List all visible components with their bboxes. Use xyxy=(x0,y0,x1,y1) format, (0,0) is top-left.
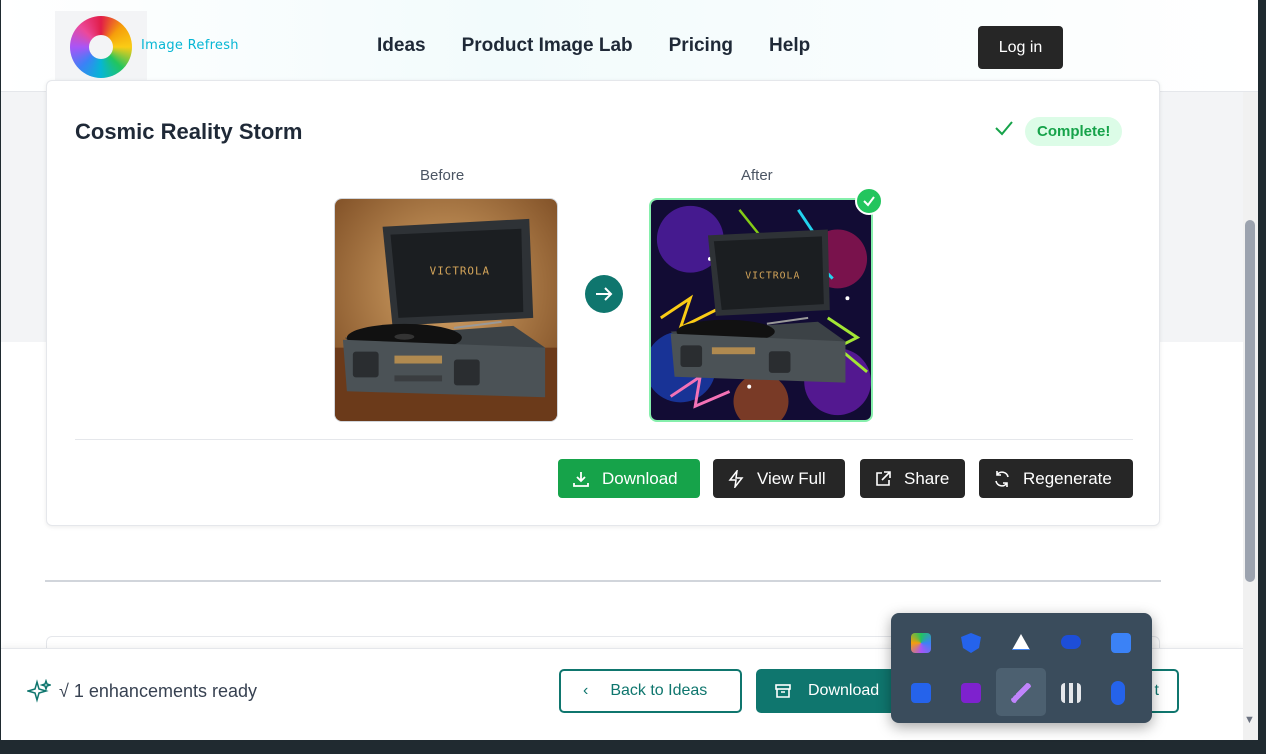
site-header: Image Refresh Ideas Product Image Lab Pr… xyxy=(1,0,1258,92)
back-to-ideas-button[interactable]: ‹ Back to Ideas xyxy=(559,669,742,713)
download-all-label: Download xyxy=(808,682,880,699)
os-taskbar xyxy=(0,740,1266,754)
enhancement-card: Cosmic Reality Storm Complete! Before Af… xyxy=(46,80,1160,526)
brand-name[interactable]: Image Refresh xyxy=(141,38,239,53)
copilot-icon[interactable] xyxy=(911,633,931,653)
share-button[interactable]: Share xyxy=(860,459,965,498)
chevron-left-icon: ‹ xyxy=(583,682,589,699)
back-label: Back to Ideas xyxy=(610,682,708,699)
arrow-right-icon xyxy=(585,275,623,313)
regenerate-label: Regenerate xyxy=(1023,468,1112,488)
after-image[interactable]: VICTROLA xyxy=(649,198,873,422)
outlook-icon[interactable] xyxy=(911,683,931,703)
download-button[interactable]: Download xyxy=(558,459,700,498)
card-divider xyxy=(75,439,1133,440)
feather-icon[interactable] xyxy=(1011,683,1031,703)
before-image[interactable]: VICTROLA xyxy=(334,198,558,422)
meta-icon[interactable] xyxy=(1061,635,1081,649)
login-button[interactable]: Log in xyxy=(978,26,1063,69)
sparkles-icon xyxy=(27,679,51,703)
scroll-down-arrow-icon[interactable]: ▼ xyxy=(1244,714,1255,726)
after-label: After xyxy=(741,167,773,184)
share-label: Share xyxy=(904,468,950,488)
download-label: Download xyxy=(602,468,678,488)
ready-status: √ 1 enhancements ready xyxy=(27,679,257,703)
main-nav: Ideas Product Image Lab Pricing Help xyxy=(377,35,846,57)
external-link-icon xyxy=(876,470,891,486)
lid-brand-text: VICTROLA xyxy=(745,271,800,282)
todo-icon[interactable] xyxy=(1111,633,1131,653)
scrollbar-thumb[interactable] xyxy=(1245,220,1255,582)
section-divider xyxy=(45,580,1161,582)
status-badge: Complete! xyxy=(1025,117,1123,146)
turntable-photo: VICTROLA xyxy=(335,199,557,421)
refresh-icon xyxy=(995,470,1009,487)
logo-swirl-icon xyxy=(70,15,132,78)
nav-help[interactable]: Help xyxy=(769,35,810,57)
slack-icon[interactable] xyxy=(1061,683,1081,703)
download-icon xyxy=(573,471,589,487)
defender-icon[interactable] xyxy=(961,633,981,653)
nav-pricing[interactable]: Pricing xyxy=(669,35,733,57)
view-full-button[interactable]: View Full xyxy=(713,459,845,498)
logo[interactable] xyxy=(55,11,147,82)
nav-product-image-lab[interactable]: Product Image Lab xyxy=(462,35,633,57)
download-all-button[interactable]: Download xyxy=(756,669,906,713)
nav-ideas[interactable]: Ideas xyxy=(377,35,426,57)
selected-check-icon xyxy=(855,187,883,215)
regenerate-button[interactable]: Regenerate xyxy=(979,459,1133,498)
card-title: Cosmic Reality Storm xyxy=(75,119,303,144)
before-label: Before xyxy=(420,167,465,184)
onenote-icon[interactable] xyxy=(961,683,981,703)
lightning-icon xyxy=(728,469,744,488)
archive-icon xyxy=(775,684,791,698)
ready-text: √ 1 enhancements ready xyxy=(59,680,257,701)
cosmic-turntable-image: VICTROLA xyxy=(651,200,871,420)
next-label: t xyxy=(1154,682,1159,699)
lid-brand-text: VICTROLA xyxy=(430,264,490,277)
system-tray-flyout xyxy=(891,613,1152,723)
view-full-label: View Full xyxy=(757,468,826,488)
google-drive-icon[interactable] xyxy=(1012,634,1030,650)
check-icon xyxy=(995,121,1013,136)
bluetooth-icon[interactable] xyxy=(1111,681,1125,705)
